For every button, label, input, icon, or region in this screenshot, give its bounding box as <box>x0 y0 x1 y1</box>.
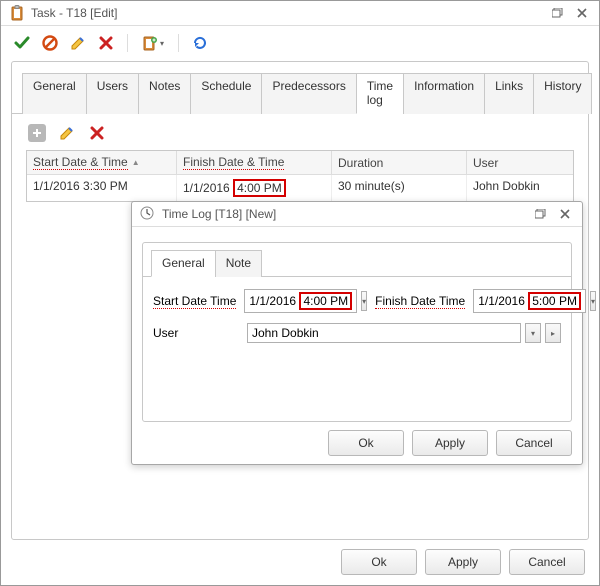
grid-toolbar <box>12 114 588 150</box>
dialog-titlebar: Time Log [T18] [New] <box>132 202 582 227</box>
delete-button[interactable] <box>95 32 117 54</box>
dialog-tab-note[interactable]: Note <box>215 250 262 277</box>
main-apply-button[interactable]: Apply <box>425 549 501 575</box>
cell-duration: 30 minute(s) <box>332 175 467 201</box>
clipboard-icon <box>9 5 25 21</box>
highlight-finish-time-modal: 5:00 PM <box>528 292 581 310</box>
window-titlebar: Task - T18 [Edit] <box>1 1 599 26</box>
toolbar-separator <box>178 34 179 52</box>
dialog-cancel-button[interactable]: Cancel <box>496 430 572 456</box>
dialog-tab-bar: General Note <box>143 243 571 277</box>
grid-header-row: Start Date & Time▲ Finish Date & Time Du… <box>27 151 573 175</box>
dialog-close-button[interactable] <box>556 206 574 222</box>
table-row[interactable]: 1/1/2016 3:30 PM 1/1/2016 4:00 PM 30 min… <box>27 175 573 201</box>
cell-user: John Dobkin <box>467 175 573 201</box>
finish-date-dropdown[interactable]: ▾ <box>590 291 596 311</box>
time-log-grid: Start Date & Time▲ Finish Date & Time Du… <box>26 150 574 202</box>
col-header-start[interactable]: Start Date & Time▲ <box>27 151 177 174</box>
highlight-start-time: 4:00 PM <box>299 292 352 310</box>
tab-general[interactable]: General <box>22 73 87 114</box>
col-header-duration[interactable]: Duration <box>332 151 467 174</box>
dialog-restore-button[interactable] <box>532 206 550 222</box>
sort-asc-icon: ▲ <box>132 158 140 167</box>
tab-users[interactable]: Users <box>86 73 139 114</box>
main-toolbar: ▾ <box>1 26 599 60</box>
window-title: Task - T18 [Edit] <box>31 6 543 20</box>
edit-row-button[interactable] <box>56 122 78 144</box>
dialog-ok-button[interactable]: Ok <box>328 430 404 456</box>
row-user: User John Dobkin ▾ ▸ <box>153 323 561 343</box>
dialog-tab-general[interactable]: General <box>151 250 216 277</box>
refresh-button[interactable] <box>189 32 211 54</box>
start-date-dropdown[interactable]: ▾ <box>361 291 367 311</box>
toolbar-separator <box>127 34 128 52</box>
tab-schedule[interactable]: Schedule <box>190 73 262 114</box>
finish-date-input[interactable]: 1/1/2016 5:00 PM <box>473 289 586 313</box>
main-ok-button[interactable]: Ok <box>341 549 417 575</box>
user-label: User <box>153 326 239 340</box>
start-date-label: Start Date Time <box>153 294 236 309</box>
finish-date-label: Finish Date Time <box>375 294 465 309</box>
dialog-panel: General Note Start Date Time 1/1/2016 4:… <box>142 242 572 422</box>
dialog-button-row: Ok Apply Cancel <box>328 430 572 456</box>
tab-bar: General Users Notes Schedule Predecessor… <box>12 62 588 114</box>
edit-button[interactable] <box>67 32 89 54</box>
tab-time-log[interactable]: Time log <box>356 73 404 114</box>
add-row-button[interactable] <box>26 122 48 144</box>
row-start-date: Start Date Time 1/1/2016 4:00 PM ▾ Finis… <box>153 289 561 313</box>
clock-icon <box>140 206 156 222</box>
user-dropdown[interactable]: ▾ <box>525 323 541 343</box>
col-header-user[interactable]: User <box>467 151 573 174</box>
tab-history[interactable]: History <box>533 73 592 114</box>
time-log-dialog: Time Log [T18] [New] General Note Start … <box>131 201 583 465</box>
dialog-title: Time Log [T18] [New] <box>162 207 526 221</box>
highlight-finish-time: 4:00 PM <box>233 179 286 197</box>
col-header-finish[interactable]: Finish Date & Time <box>177 151 332 174</box>
cell-finish: 1/1/2016 4:00 PM <box>177 175 332 201</box>
tab-links[interactable]: Links <box>484 73 534 114</box>
cell-start: 1/1/2016 3:30 PM <box>27 175 177 201</box>
window-close-button[interactable] <box>573 5 591 21</box>
tab-notes[interactable]: Notes <box>138 73 191 114</box>
main-cancel-button[interactable]: Cancel <box>509 549 585 575</box>
commit-button[interactable] <box>11 32 33 54</box>
window-restore-button[interactable] <box>549 5 567 21</box>
dialog-apply-button[interactable]: Apply <box>412 430 488 456</box>
user-input[interactable]: John Dobkin <box>247 323 521 343</box>
delete-row-button[interactable] <box>86 122 108 144</box>
main-button-row: Ok Apply Cancel <box>341 549 585 575</box>
tab-predecessors[interactable]: Predecessors <box>261 73 356 114</box>
tab-information[interactable]: Information <box>403 73 485 114</box>
user-arrow-button[interactable]: ▸ <box>545 323 561 343</box>
start-date-input[interactable]: 1/1/2016 4:00 PM <box>244 289 357 313</box>
cancel-edit-button[interactable] <box>39 32 61 54</box>
clipboard-dropdown-button[interactable]: ▾ <box>138 32 168 54</box>
dialog-form: Start Date Time 1/1/2016 4:00 PM ▾ Finis… <box>143 277 571 365</box>
